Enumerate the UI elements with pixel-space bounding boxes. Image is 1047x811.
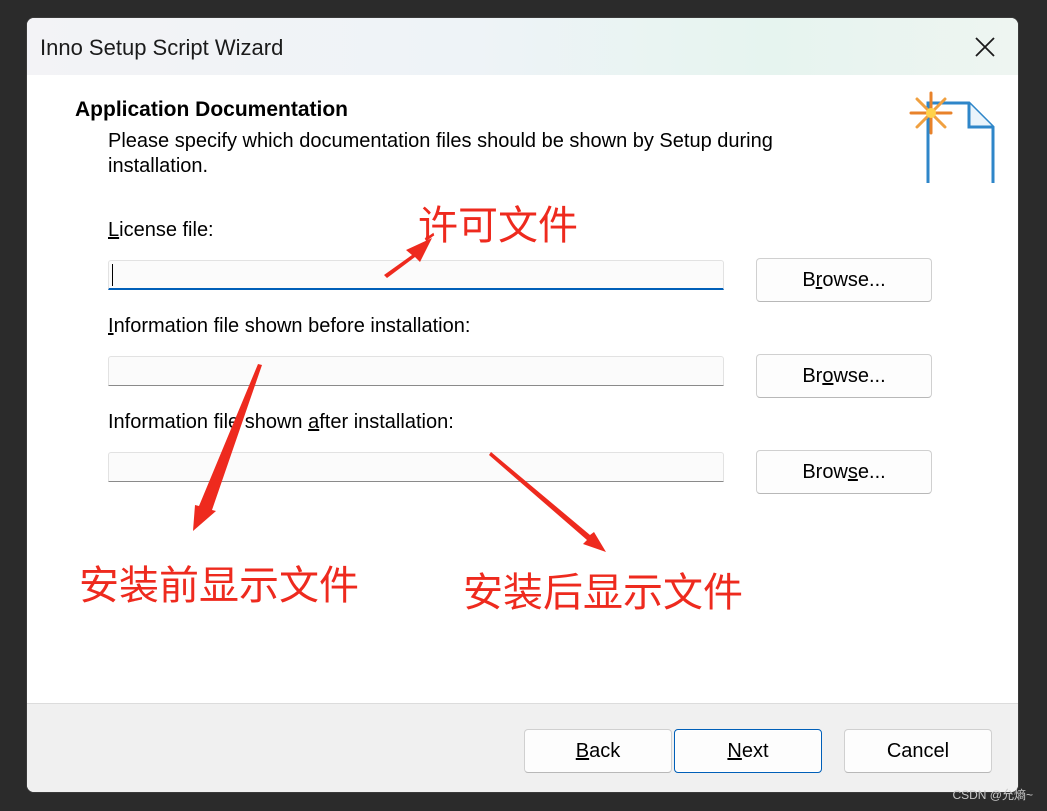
annotation-after: 安装后显示文件 — [463, 570, 743, 616]
arrow-after — [489, 452, 606, 552]
annotation-license: 许可文件 — [418, 203, 578, 249]
annotation-before: 安装前显示文件 — [79, 563, 359, 609]
watermark: CSDN @允熵~ — [952, 788, 1033, 802]
arrow-before — [193, 364, 262, 531]
annotation-arrows — [193, 238, 606, 552]
